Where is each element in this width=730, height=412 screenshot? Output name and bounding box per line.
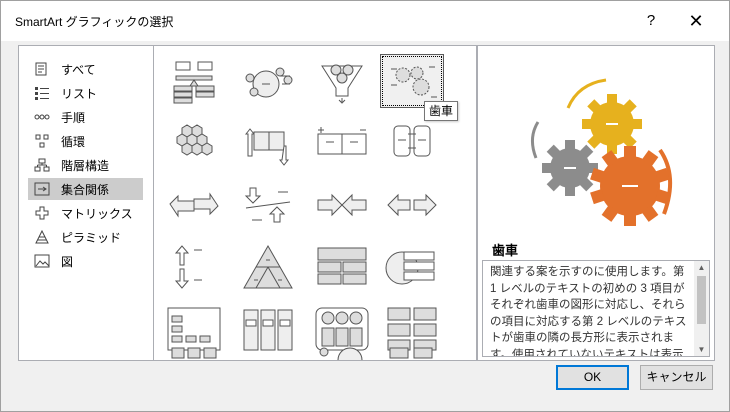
category-label: マトリックス <box>61 206 133 221</box>
gears-preview-image <box>531 78 673 226</box>
scroll-thumb[interactable] <box>697 276 706 324</box>
layout-interlocked[interactable] <box>380 116 444 170</box>
layout-table-hierarchy[interactable] <box>310 240 374 294</box>
layout-tooltip: 歯車 <box>424 101 459 121</box>
layout-counter-arrows[interactable] <box>162 178 226 232</box>
layout-gallery: ▲ ▼ <box>153 45 477 361</box>
layout-partial-2[interactable] <box>310 346 374 360</box>
category-relationship[interactable]: 集合関係 <box>28 178 143 200</box>
preview-panel: 歯車 関連する案を示すのに使用します。第 1 レベルのテキストの初めの 3 項目… <box>477 45 715 361</box>
description-scrollbar[interactable]: ▲ ▼ <box>694 261 709 356</box>
layout-segmented-pyramid[interactable] <box>236 240 300 294</box>
scroll-down-arrow-icon[interactable]: ▼ <box>694 343 709 356</box>
description-box[interactable]: 関連する案を示すのに使用します。第 1 レベルのテキストの初めの 3 項目がそれ… <box>482 260 710 357</box>
layout-diverging-arrows[interactable] <box>380 178 444 232</box>
category-all[interactable]: すべて <box>28 58 143 80</box>
scroll-up-arrow-icon[interactable]: ▲ <box>694 261 709 274</box>
layout-partial-3[interactable] <box>380 346 444 360</box>
cancel-button[interactable]: キャンセル <box>640 365 713 390</box>
layout-opposing-arrows[interactable] <box>236 116 300 170</box>
pyramid-icon <box>34 230 50 244</box>
category-label: 循環 <box>61 134 86 149</box>
layout-seesaw[interactable] <box>236 178 300 232</box>
close-button[interactable]: ✕ <box>679 5 713 37</box>
category-process[interactable]: 手順 <box>28 106 143 128</box>
category-list: すべて リスト 手順 循環 階層構造 集合関係 マトリックス ピラミッド 図 <box>18 45 153 361</box>
category-label: 階層構造 <box>61 158 110 173</box>
layout-columns[interactable] <box>236 302 300 356</box>
category-label: ピラミッド <box>61 230 122 245</box>
layout-balance[interactable] <box>162 54 226 108</box>
category-label: 集合関係 <box>61 182 110 197</box>
category-hierarchy[interactable]: 階層構造 <box>28 154 143 176</box>
layout-description: 関連する案を示すのに使用します。第 1 レベルのテキストの初めの 3 項目がそれ… <box>490 266 687 357</box>
help-button[interactable]: ? <box>637 7 665 35</box>
layout-hexagon-cluster[interactable] <box>162 116 226 170</box>
list-icon <box>34 86 50 100</box>
category-pyramid[interactable]: ピラミッド <box>28 226 143 248</box>
layout-partial-1[interactable] <box>162 346 226 360</box>
dialog-title: SmartArt グラフィックの選択 <box>15 15 174 29</box>
layout-gears[interactable] <box>380 54 444 108</box>
all-icon <box>34 62 50 76</box>
layout-opposing-vertical[interactable] <box>162 240 226 294</box>
picture-icon <box>34 254 50 268</box>
category-label: すべて <box>61 62 96 77</box>
category-label: リスト <box>61 86 98 101</box>
category-matrix[interactable]: マトリックス <box>28 202 143 224</box>
relationship-icon <box>34 182 50 196</box>
layout-converging-arrows[interactable] <box>310 178 374 232</box>
title-bar: SmartArt グラフィックの選択 ? ✕ <box>1 1 729 41</box>
process-icon <box>34 110 50 124</box>
category-cycle[interactable]: 循環 <box>28 130 143 152</box>
category-picture[interactable]: 図 <box>28 250 143 272</box>
category-list-item[interactable]: リスト <box>28 82 143 104</box>
cycle-icon <box>34 134 50 148</box>
layout-plus-minus[interactable] <box>310 116 374 170</box>
preview-title: 歯車 <box>492 243 519 258</box>
matrix-icon <box>34 206 50 220</box>
ok-button[interactable]: OK <box>556 365 629 390</box>
category-label: 手順 <box>61 110 86 125</box>
layout-stacked-venn[interactable] <box>380 240 444 294</box>
layout-radial-circles[interactable] <box>236 54 300 108</box>
smartart-dialog: SmartArt グラフィックの選択 ? ✕ すべて リスト 手順 循環 階層構… <box>0 0 730 412</box>
hierarchy-icon <box>34 158 50 172</box>
category-label: 図 <box>61 254 74 269</box>
layout-funnel[interactable] <box>310 54 374 108</box>
